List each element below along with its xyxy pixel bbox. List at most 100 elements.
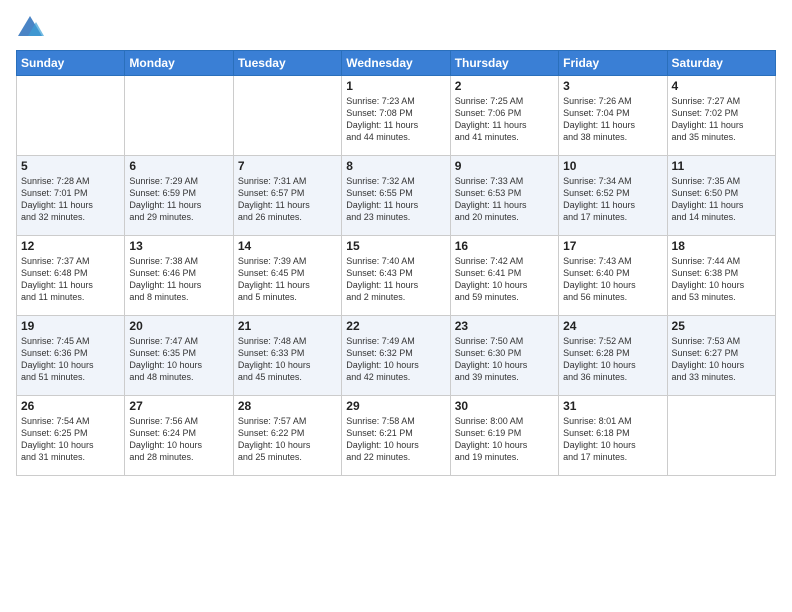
day-info: Sunrise: 7:44 AM Sunset: 6:38 PM Dayligh… (672, 255, 771, 304)
calendar-week-5: 26 Sunrise: 7:54 AM Sunset: 6:25 PM Dayli… (17, 396, 776, 476)
day-info: Sunrise: 7:56 AM Sunset: 6:24 PM Dayligh… (129, 415, 228, 464)
calendar-cell: 26 Sunrise: 7:54 AM Sunset: 6:25 PM Dayli… (17, 396, 125, 476)
day-number: 24 (563, 319, 662, 333)
day-info: Sunrise: 7:34 AM Sunset: 6:52 PM Dayligh… (563, 175, 662, 224)
calendar-cell (233, 76, 341, 156)
day-info: Sunrise: 7:43 AM Sunset: 6:40 PM Dayligh… (563, 255, 662, 304)
day-number: 2 (455, 79, 554, 93)
day-info: Sunrise: 7:32 AM Sunset: 6:55 PM Dayligh… (346, 175, 445, 224)
day-info: Sunrise: 7:47 AM Sunset: 6:35 PM Dayligh… (129, 335, 228, 384)
calendar-cell: 3 Sunrise: 7:26 AM Sunset: 7:04 PM Daylig… (559, 76, 667, 156)
day-number: 29 (346, 399, 445, 413)
calendar-cell: 19Sunrise: 7:45 AM Sunset: 6:36 PM Dayli… (17, 316, 125, 396)
day-number: 22 (346, 319, 445, 333)
day-number: 17 (563, 239, 662, 253)
day-number: 30 (455, 399, 554, 413)
calendar-cell: 14 Sunrise: 7:39 AM Sunset: 6:45 PM Dayli… (233, 236, 341, 316)
day-info: Sunrise: 7:54 AM Sunset: 6:25 PM Dayligh… (21, 415, 120, 464)
calendar-cell: 4 Sunrise: 7:27 AM Sunset: 7:02 PM Daylig… (667, 76, 775, 156)
day-number: 9 (455, 159, 554, 173)
day-info: Sunrise: 8:00 AM Sunset: 6:19 PM Dayligh… (455, 415, 554, 464)
calendar-cell: 28Sunrise: 7:57 AM Sunset: 6:22 PM Dayli… (233, 396, 341, 476)
weekday-header-sunday: Sunday (17, 51, 125, 76)
calendar-cell (125, 76, 233, 156)
calendar-cell: 7 Sunrise: 7:31 AM Sunset: 6:57 PM Daylig… (233, 156, 341, 236)
calendar-cell: 27 Sunrise: 7:56 AM Sunset: 6:24 PM Dayli… (125, 396, 233, 476)
day-number: 15 (346, 239, 445, 253)
calendar-cell: 9 Sunrise: 7:33 AM Sunset: 6:53 PM Daylig… (450, 156, 558, 236)
calendar-week-1: 1 Sunrise: 7:23 AM Sunset: 7:08 PM Daylig… (17, 76, 776, 156)
weekday-header-thursday: Thursday (450, 51, 558, 76)
day-number: 1 (346, 79, 445, 93)
calendar-cell: 11 Sunrise: 7:35 AM Sunset: 6:50 PM Dayli… (667, 156, 775, 236)
calendar-cell: 22Sunrise: 7:49 AM Sunset: 6:32 PM Dayli… (342, 316, 450, 396)
day-info: Sunrise: 7:40 AM Sunset: 6:43 PM Dayligh… (346, 255, 445, 304)
calendar-cell: 20 Sunrise: 7:47 AM Sunset: 6:35 PM Dayli… (125, 316, 233, 396)
day-number: 3 (563, 79, 662, 93)
day-info: Sunrise: 7:39 AM Sunset: 6:45 PM Dayligh… (238, 255, 337, 304)
calendar-cell: 1 Sunrise: 7:23 AM Sunset: 7:08 PM Daylig… (342, 76, 450, 156)
weekday-header-monday: Monday (125, 51, 233, 76)
day-number: 14 (238, 239, 337, 253)
calendar-cell: 15 Sunrise: 7:40 AM Sunset: 6:43 PM Dayli… (342, 236, 450, 316)
day-info: Sunrise: 7:53 AM Sunset: 6:27 PM Dayligh… (672, 335, 771, 384)
logo-icon (16, 14, 44, 42)
calendar-cell: 6 Sunrise: 7:29 AM Sunset: 6:59 PM Daylig… (125, 156, 233, 236)
day-info: Sunrise: 7:37 AM Sunset: 6:48 PM Dayligh… (21, 255, 120, 304)
day-number: 5 (21, 159, 120, 173)
logo (16, 14, 46, 42)
calendar-cell: 17 Sunrise: 7:43 AM Sunset: 6:40 PM Dayli… (559, 236, 667, 316)
calendar-week-3: 12 Sunrise: 7:37 AM Sunset: 6:48 PM Dayli… (17, 236, 776, 316)
day-info: Sunrise: 7:35 AM Sunset: 6:50 PM Dayligh… (672, 175, 771, 224)
day-info: Sunrise: 7:52 AM Sunset: 6:28 PM Dayligh… (563, 335, 662, 384)
day-number: 26 (21, 399, 120, 413)
calendar-cell: 5 Sunrise: 7:28 AM Sunset: 7:01 PM Daylig… (17, 156, 125, 236)
day-number: 8 (346, 159, 445, 173)
calendar-cell: 21 Sunrise: 7:48 AM Sunset: 6:33 PM Dayli… (233, 316, 341, 396)
day-number: 6 (129, 159, 228, 173)
day-number: 18 (672, 239, 771, 253)
day-info: Sunrise: 7:48 AM Sunset: 6:33 PM Dayligh… (238, 335, 337, 384)
day-number: 25 (672, 319, 771, 333)
day-number: 11 (672, 159, 771, 173)
calendar-table: SundayMondayTuesdayWednesdayThursdayFrid… (16, 50, 776, 476)
day-number: 20 (129, 319, 228, 333)
day-info: Sunrise: 7:42 AM Sunset: 6:41 PM Dayligh… (455, 255, 554, 304)
day-info: Sunrise: 7:33 AM Sunset: 6:53 PM Dayligh… (455, 175, 554, 224)
day-info: Sunrise: 7:23 AM Sunset: 7:08 PM Dayligh… (346, 95, 445, 144)
day-info: Sunrise: 7:31 AM Sunset: 6:57 PM Dayligh… (238, 175, 337, 224)
calendar-cell: 23 Sunrise: 7:50 AM Sunset: 6:30 PM Dayli… (450, 316, 558, 396)
weekday-header-saturday: Saturday (667, 51, 775, 76)
day-info: Sunrise: 7:26 AM Sunset: 7:04 PM Dayligh… (563, 95, 662, 144)
weekday-header-row: SundayMondayTuesdayWednesdayThursdayFrid… (17, 51, 776, 76)
calendar-cell: 29 Sunrise: 7:58 AM Sunset: 6:21 PM Dayli… (342, 396, 450, 476)
day-number: 19 (21, 319, 120, 333)
calendar-cell: 24 Sunrise: 7:52 AM Sunset: 6:28 PM Dayli… (559, 316, 667, 396)
day-number: 12 (21, 239, 120, 253)
calendar-cell: 16Sunrise: 7:42 AM Sunset: 6:41 PM Dayli… (450, 236, 558, 316)
calendar-cell: 18 Sunrise: 7:44 AM Sunset: 6:38 PM Dayli… (667, 236, 775, 316)
calendar-cell: 13 Sunrise: 7:38 AM Sunset: 6:46 PM Dayli… (125, 236, 233, 316)
page-header (16, 10, 776, 42)
day-number: 31 (563, 399, 662, 413)
day-info: Sunrise: 7:50 AM Sunset: 6:30 PM Dayligh… (455, 335, 554, 384)
day-number: 23 (455, 319, 554, 333)
day-number: 7 (238, 159, 337, 173)
day-number: 4 (672, 79, 771, 93)
day-info: Sunrise: 7:38 AM Sunset: 6:46 PM Dayligh… (129, 255, 228, 304)
day-number: 21 (238, 319, 337, 333)
day-info: Sunrise: 7:25 AM Sunset: 7:06 PM Dayligh… (455, 95, 554, 144)
day-number: 10 (563, 159, 662, 173)
calendar-cell: 25 Sunrise: 7:53 AM Sunset: 6:27 PM Dayli… (667, 316, 775, 396)
day-number: 13 (129, 239, 228, 253)
calendar-cell (667, 396, 775, 476)
calendar-week-4: 19Sunrise: 7:45 AM Sunset: 6:36 PM Dayli… (17, 316, 776, 396)
day-info: Sunrise: 7:58 AM Sunset: 6:21 PM Dayligh… (346, 415, 445, 464)
day-info: Sunrise: 7:57 AM Sunset: 6:22 PM Dayligh… (238, 415, 337, 464)
day-info: Sunrise: 7:29 AM Sunset: 6:59 PM Dayligh… (129, 175, 228, 224)
calendar-cell (17, 76, 125, 156)
day-info: Sunrise: 8:01 AM Sunset: 6:18 PM Dayligh… (563, 415, 662, 464)
day-number: 27 (129, 399, 228, 413)
day-info: Sunrise: 7:28 AM Sunset: 7:01 PM Dayligh… (21, 175, 120, 224)
day-info: Sunrise: 7:27 AM Sunset: 7:02 PM Dayligh… (672, 95, 771, 144)
